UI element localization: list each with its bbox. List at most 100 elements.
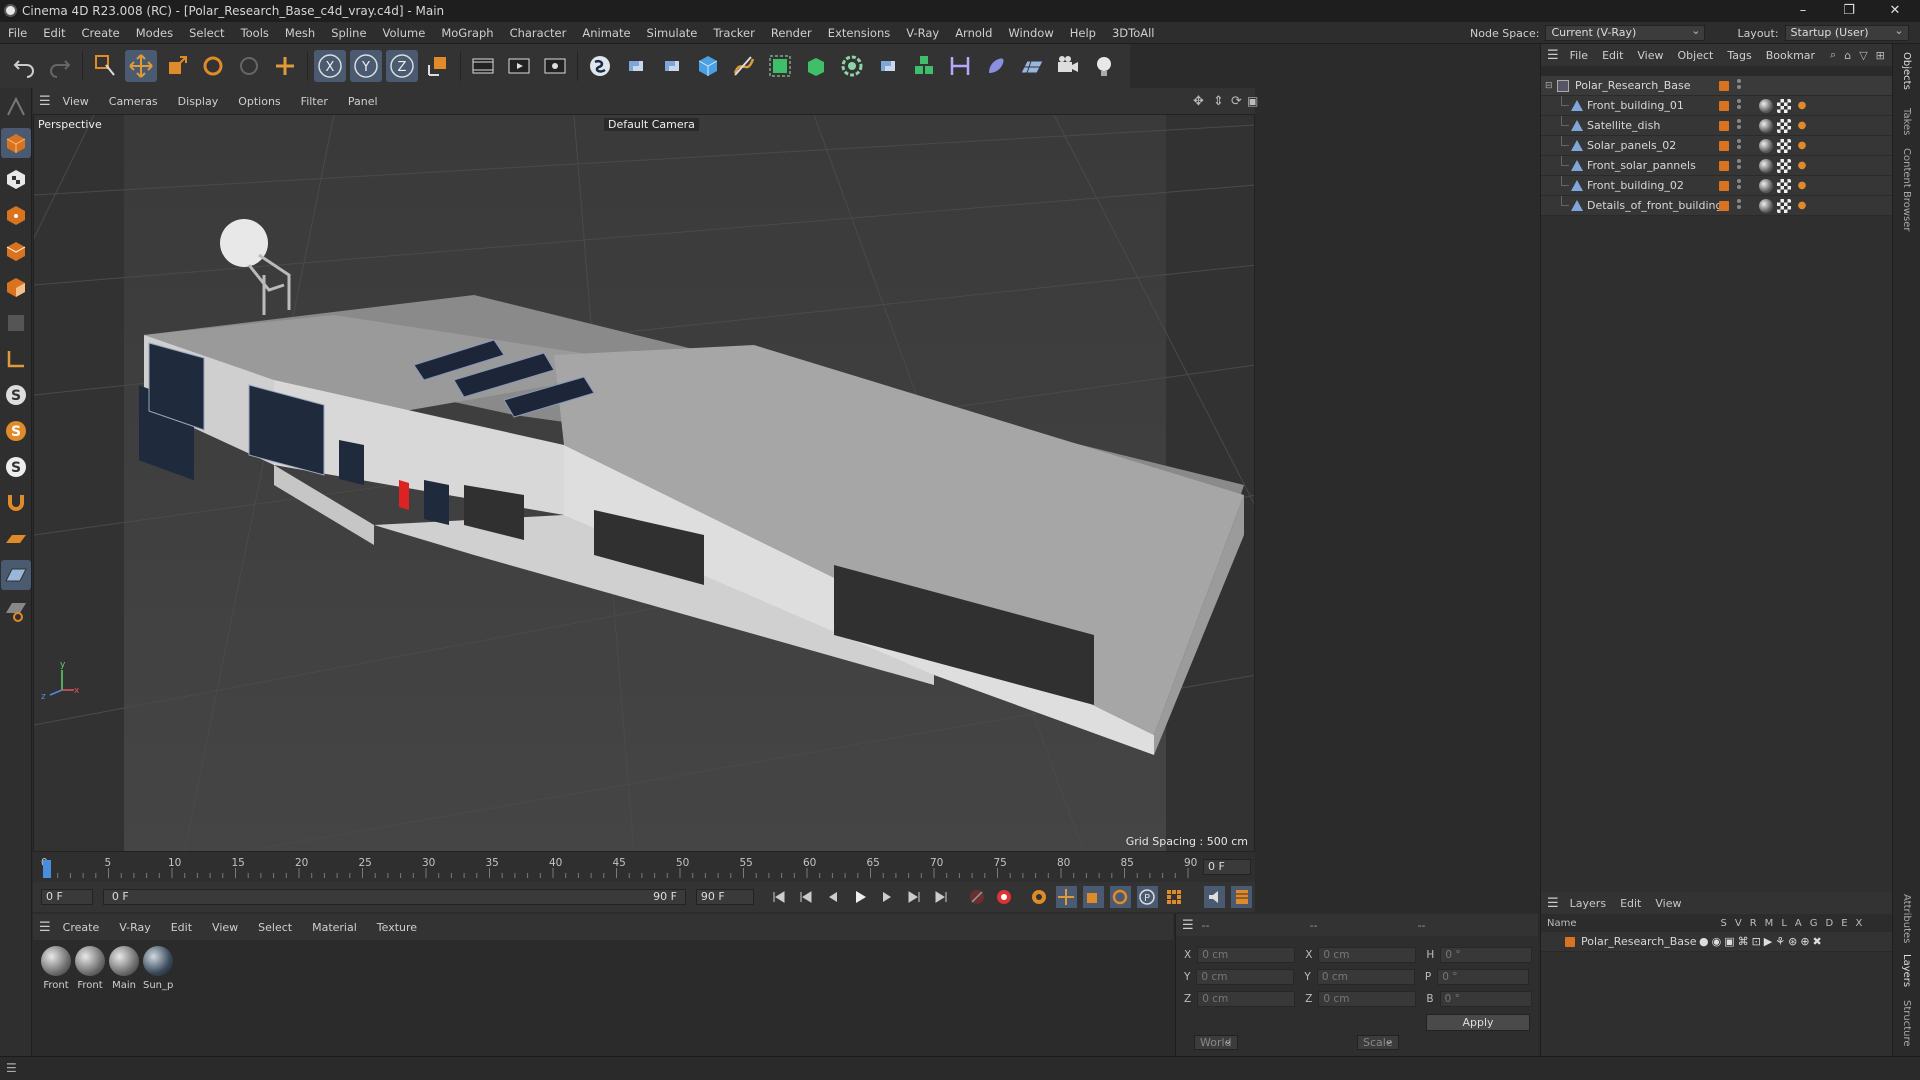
polygons-mode-icon[interactable] [1, 272, 31, 302]
material-menu-select[interactable]: Select [248, 921, 302, 934]
y-axis-lock-icon[interactable]: Y [350, 50, 382, 82]
menu-edit[interactable]: Edit [35, 22, 73, 44]
object-row[interactable]: Details_of_front_building ● [1541, 196, 1893, 216]
size-z-field[interactable]: 0 cm [1318, 991, 1417, 1007]
texture-mode-icon[interactable] [1, 164, 31, 194]
menu-help[interactable]: Help [1062, 22, 1104, 44]
side-tab-attributes[interactable]: Attributes [1901, 894, 1912, 943]
side-tab-objects[interactable]: Objects [1901, 52, 1912, 90]
visibility-dots[interactable] [1737, 117, 1741, 131]
coordinate-space-dropdown[interactable]: World [1194, 1035, 1238, 1050]
material-tag-icon[interactable] [1759, 179, 1773, 193]
vray-tag-icon[interactable]: ● [1795, 179, 1809, 193]
texture-tag-icon[interactable] [1777, 119, 1791, 133]
key-rotation-icon[interactable] [1109, 886, 1131, 908]
key-position-icon[interactable] [1055, 886, 1077, 908]
apply-button[interactable]: Apply [1426, 1014, 1530, 1031]
material-tag-icon[interactable] [1759, 139, 1773, 153]
new-window-icon[interactable]: ⊞ [1876, 49, 1885, 62]
side-tab-takes[interactable]: Takes [1901, 108, 1912, 135]
coord-hamburger-icon[interactable]: ☰ [1182, 918, 1194, 933]
vray-tag-icon[interactable]: ● [1795, 119, 1809, 133]
home-icon[interactable]: ⌂ [1844, 49, 1851, 62]
pen-spline-icon[interactable] [728, 50, 760, 82]
cube-object-icon[interactable] [692, 50, 724, 82]
extrude-icon[interactable] [800, 50, 832, 82]
menu-window[interactable]: Window [1000, 22, 1061, 44]
filter-icon[interactable]: ▽ [1859, 49, 1867, 62]
live-selection-icon[interactable] [89, 50, 121, 82]
floor-icon[interactable] [1016, 50, 1048, 82]
move-view-icon[interactable]: ✥ [1193, 94, 1204, 109]
size-y-field[interactable]: 0 cm [1316, 969, 1415, 985]
previous-key-icon[interactable] [795, 886, 816, 908]
x-axis-lock-icon[interactable]: X [314, 50, 346, 82]
objects-menu-file[interactable]: File [1563, 49, 1595, 62]
grid-plane-icon[interactable] [1, 560, 31, 590]
material-hamburger-icon[interactable]: ☰ [39, 920, 51, 935]
material-menu-vray[interactable]: V-Ray [109, 921, 161, 934]
material-menu-view[interactable]: View [202, 921, 248, 934]
python-script-icon[interactable] [620, 50, 652, 82]
record-icon[interactable] [994, 886, 1015, 908]
recent-tool-icon[interactable] [233, 50, 265, 82]
material-tag-icon[interactable] [1759, 119, 1773, 133]
rotation-h-field[interactable]: 0 ° [1440, 947, 1533, 963]
material-menu-texture[interactable]: Texture [367, 921, 427, 934]
material-item[interactable]: Front [41, 946, 71, 991]
playhead-marker[interactable] [43, 860, 51, 878]
key-scale-icon[interactable] [1082, 886, 1104, 908]
menu-select[interactable]: Select [181, 22, 232, 44]
visibility-dots[interactable] [1737, 97, 1741, 111]
menu-tracker[interactable]: Tracker [705, 22, 763, 44]
visibility-dots[interactable] [1737, 157, 1741, 171]
subdivision-surface-icon[interactable] [764, 50, 796, 82]
vray-icon[interactable] [584, 50, 616, 82]
render-settings-icon[interactable] [539, 50, 571, 82]
object-row[interactable]: Satellite_dish ● [1541, 116, 1893, 136]
autokey-icon[interactable] [1028, 886, 1049, 908]
texture-tag-icon[interactable] [1777, 99, 1791, 113]
position-y-field[interactable]: 0 cm [1196, 969, 1295, 985]
layout-dropdown[interactable]: Startup (User) [1784, 24, 1909, 41]
object-row[interactable]: Front_building_01 ● [1541, 96, 1893, 116]
vray-tag-icon[interactable]: ● [1795, 139, 1809, 153]
search-icon[interactable]: ⌕ [1830, 48, 1836, 62]
visibility-dots[interactable] [1737, 177, 1741, 191]
preview-range-slider[interactable]: 0 F 90 F [102, 889, 686, 905]
next-key-icon[interactable] [903, 886, 924, 908]
object-row[interactable]: Front_building_02 ● [1541, 176, 1893, 196]
sound-icon[interactable] [1204, 886, 1226, 908]
camera-label[interactable]: Default Camera [604, 118, 699, 131]
model-mode-icon[interactable] [1, 128, 31, 158]
menu-spline[interactable]: Spline [323, 22, 374, 44]
timeline-layout-icon[interactable] [1231, 886, 1253, 908]
texture-tag-icon[interactable] [1777, 179, 1791, 193]
object-row[interactable]: Front_solar_pannels ● [1541, 156, 1893, 176]
axis-mode-icon[interactable] [1, 344, 31, 374]
material-item[interactable]: Front [75, 946, 105, 991]
key-parameter-icon[interactable]: P [1136, 886, 1158, 908]
side-tab-content-browser[interactable]: Content Browser [1901, 148, 1912, 231]
rotation-p-field[interactable]: 0 ° [1437, 969, 1530, 985]
object-row-root[interactable]: ⊟ Polar_Research_Base [1541, 76, 1893, 96]
points-mode-icon[interactable] [1, 200, 31, 230]
menu-extensions[interactable]: Extensions [820, 22, 898, 44]
previous-frame-icon[interactable] [822, 886, 843, 908]
material-item[interactable]: Main [109, 946, 139, 991]
go-to-end-icon[interactable] [930, 886, 951, 908]
rotate-tool-icon[interactable] [197, 50, 229, 82]
start-frame-field[interactable]: 0 F [41, 889, 93, 905]
end-frame-field[interactable]: 90 F [695, 889, 754, 905]
side-tab-layers[interactable]: Layers [1901, 954, 1912, 987]
status-hamburger-icon[interactable]: ☰ [6, 1061, 17, 1075]
objects-hamburger-icon[interactable]: ☰ [1547, 48, 1559, 63]
objects-menu-edit[interactable]: Edit [1595, 49, 1630, 62]
layer-row[interactable]: Polar_Research_Base ●◉▣⌘⊡▶⚘⊛⊕✖ [1541, 932, 1893, 952]
hamburger-icon[interactable]: ☰ [39, 94, 51, 109]
material-tag-icon[interactable] [1759, 199, 1773, 213]
menu-arnold[interactable]: Arnold [947, 22, 1000, 44]
size-mode-dropdown[interactable]: Scale [1357, 1035, 1399, 1050]
z-axis-lock-icon[interactable]: Z [386, 50, 418, 82]
play-icon[interactable] [849, 886, 870, 908]
